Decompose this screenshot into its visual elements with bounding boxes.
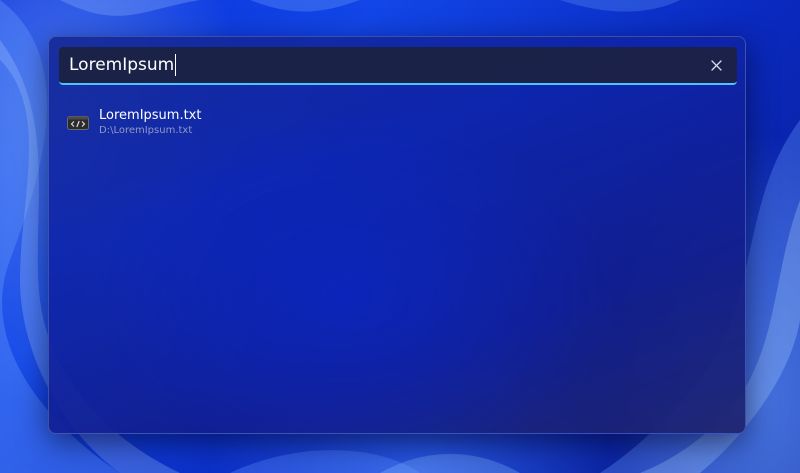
close-icon (710, 59, 722, 71)
search-results-list: LoremIpsum.txt D:\LoremIpsum.txt (59, 103, 737, 143)
search-panel: LoremIpsum LoremIpsum.txt D:\LoremIpsum.… (48, 36, 746, 434)
search-query-text: LoremIpsum (69, 55, 175, 75)
code-file-icon (67, 116, 89, 130)
text-caret (175, 54, 177, 76)
result-title: LoremIpsum.txt (99, 108, 202, 123)
result-path: D:\LoremIpsum.txt (99, 125, 193, 136)
search-result-item[interactable]: LoremIpsum.txt D:\LoremIpsum.txt (59, 103, 737, 143)
search-box[interactable]: LoremIpsum (59, 47, 737, 85)
search-input[interactable]: LoremIpsum (59, 47, 701, 83)
desktop-wallpaper: LoremIpsum LoremIpsum.txt D:\LoremIpsum.… (0, 0, 800, 473)
clear-search-button[interactable] (701, 50, 731, 80)
